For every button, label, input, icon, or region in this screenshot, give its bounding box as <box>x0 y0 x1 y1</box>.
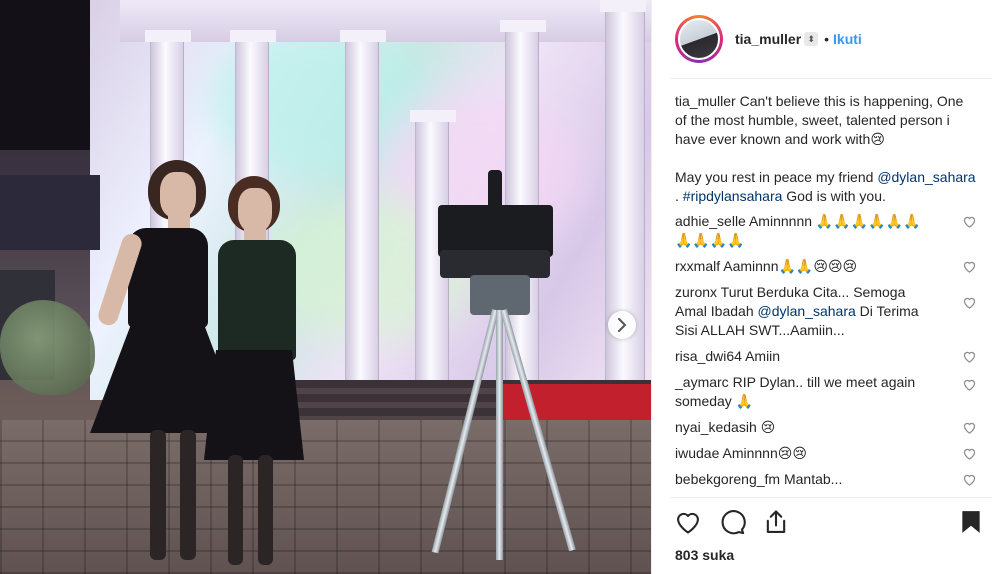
comment-text: Aaminnn🙏🙏😢😢😢 <box>723 258 858 274</box>
comment: nyai_kedasih 😢 <box>675 418 977 437</box>
caption-text: God is with you. <box>782 188 886 204</box>
comment: iwudae Aminnnn😢😢 <box>675 444 977 463</box>
post-photo[interactable] <box>0 0 651 574</box>
comment-username[interactable]: nyai_kedasih <box>675 419 757 435</box>
comment-icon[interactable] <box>718 508 746 536</box>
plant <box>0 300 95 395</box>
caption-text: . <box>675 188 683 204</box>
heart-icon[interactable] <box>962 259 977 274</box>
avatar[interactable] <box>675 15 723 63</box>
heart-icon[interactable] <box>962 446 977 461</box>
heart-icon[interactable] <box>962 295 977 310</box>
comment-username[interactable]: bebekgoreng_fm <box>675 471 780 487</box>
next-photo-button[interactable] <box>608 311 636 339</box>
window <box>0 175 100 250</box>
comment-username[interactable]: _aymarc <box>675 374 729 390</box>
mention-link[interactable]: @dylan_sahara <box>877 169 975 185</box>
mention-link[interactable]: @dylan_sahara <box>758 303 856 319</box>
post-side-panel: tia_muller ⬍ • Ikuti tia_muller Can't be… <box>651 0 1000 574</box>
heart-icon[interactable] <box>962 377 977 392</box>
comment-text: 😢 <box>760 419 776 435</box>
likes-count[interactable]: 803 suka <box>675 547 734 563</box>
heart-icon[interactable] <box>962 349 977 364</box>
divider <box>670 78 992 79</box>
comment-text: Mantab... <box>783 471 843 487</box>
separator-dot: • <box>824 31 830 47</box>
chevron-right-icon <box>618 318 627 332</box>
caption-author[interactable]: tia_muller <box>675 93 736 109</box>
comment: _aymarc RIP Dylan.. till we meet again s… <box>675 373 977 411</box>
comment-username[interactable]: iwudae <box>675 445 719 461</box>
comment-username[interactable]: adhie_selle <box>675 213 746 229</box>
comment-text: Amiin <box>745 348 781 364</box>
post-actions <box>674 508 984 538</box>
caption-text: May you rest in peace my friend <box>675 169 878 185</box>
comment-text: Aminnnn😢😢 <box>722 445 807 461</box>
post-header: tia_muller ⬍ • Ikuti <box>652 0 1000 78</box>
post-caption: tia_muller Can't believe this is happeni… <box>675 92 977 206</box>
hashtag-link[interactable]: #ripdylansahara <box>683 188 783 204</box>
heart-icon[interactable] <box>962 214 977 229</box>
comment-username[interactable]: zuronx <box>675 284 717 300</box>
comments-list[interactable]: tia_muller Can't believe this is happeni… <box>652 92 1000 496</box>
comment: bebekgoreng_fm Mantab... <box>675 470 977 489</box>
comment: rxxmalf Aaminnn🙏🙏😢😢😢 <box>675 257 977 276</box>
divider <box>670 497 992 498</box>
bookmark-icon[interactable] <box>958 508 984 536</box>
heart-icon[interactable] <box>674 508 702 536</box>
comment-username[interactable]: rxxmalf <box>675 258 720 274</box>
follow-button[interactable]: Ikuti <box>833 31 862 47</box>
heart-icon[interactable] <box>962 472 977 487</box>
comment: adhie_selle Aminnnnn 🙏🙏🙏🙏🙏🙏🙏🙏🙏🙏 <box>675 212 977 250</box>
share-icon[interactable] <box>762 508 790 536</box>
column <box>340 30 386 385</box>
comment-username[interactable]: risa_dwi64 <box>675 348 742 364</box>
header-username[interactable]: tia_muller <box>735 31 801 47</box>
account-badge-icon: ⬍ <box>804 32 819 46</box>
comment: risa_dwi64 Amiin <box>675 347 977 366</box>
heart-icon[interactable] <box>962 420 977 435</box>
comment: zuronx Turut Berduka Cita... Semoga Amal… <box>675 283 977 340</box>
